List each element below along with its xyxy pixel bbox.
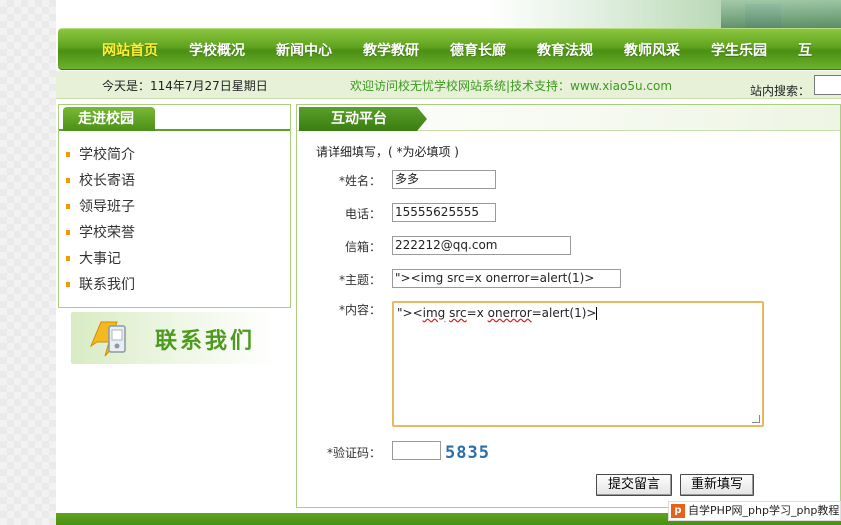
page: 网站首页 学校概况 新闻中心 教学教研 德育长廊 教育法规 教师风采 学生乐园 …: [56, 0, 841, 525]
site-watermark: p 自学PHP网_php学习_php教程: [668, 501, 841, 521]
phone-icon: [89, 321, 126, 357]
watermark-text: 自学PHP网_php学习_php教程: [688, 504, 840, 517]
text-caret: [596, 307, 598, 320]
watermark-logo-icon: p: [671, 504, 685, 518]
banner-trees-image: [721, 0, 841, 28]
email-field[interactable]: 222212@qq.com: [392, 236, 571, 255]
main-nav: 网站首页 学校概况 新闻中心 教学教研 德育长廊 教育法规 教师风采 学生乐园 …: [58, 28, 841, 70]
phone-field[interactable]: 15555625555: [392, 203, 496, 222]
submit-button[interactable]: 提交留言: [596, 474, 672, 496]
content-label: *内容：: [338, 303, 381, 317]
name-label: *姓名：: [338, 174, 381, 188]
sidebar-header: 走进校园: [59, 105, 290, 131]
today-date: 今天是：114年7月27日星期日: [102, 79, 268, 93]
nav-list: 网站首页 学校概况 新闻中心 教学教研 德育长廊 教育法规 教师风采 学生乐园 …: [58, 29, 841, 71]
phone-label: 电话：: [344, 207, 381, 221]
content-text-prefix: "><: [397, 306, 423, 320]
captcha-field[interactable]: [392, 441, 441, 460]
reset-button[interactable]: 重新填写: [680, 474, 754, 496]
form-hint: 请详细填写，( *为必填项 ): [316, 145, 459, 159]
sidebar-item-contact[interactable]: 联系我们: [66, 275, 135, 301]
header-banner: [56, 0, 841, 28]
content-spell-img: img: [422, 306, 446, 320]
contact-us-banner[interactable]: 联系我们: [71, 312, 276, 364]
subject-field[interactable]: "><img src=x onerror=alert(1)>: [392, 269, 621, 288]
sidebar-item-intro[interactable]: 学校简介: [66, 145, 135, 171]
sidebar-title: 走进校园: [63, 107, 155, 131]
email-label: 信箱：: [344, 240, 381, 254]
info-strip: 今天是：114年7月27日星期日 欢迎访问校无忧学校网站系统|技术支持：www.…: [56, 71, 841, 99]
content-textarea[interactable]: "><img src=x onerror=alert(1)>: [392, 301, 764, 427]
subject-label: *主题：: [338, 273, 381, 287]
nav-item-about[interactable]: 学校概况: [189, 40, 245, 60]
interaction-panel: 互动平台 请详细填写，( *为必填项 ) *姓名： 多多 电话： 1555562…: [296, 104, 841, 508]
panel-title: 互动平台: [299, 107, 427, 131]
welcome-marquee[interactable]: 欢迎访问校无忧学校网站系统|技术支持：www.xiao5u.com: [350, 77, 672, 94]
sidebar-item-honors[interactable]: 学校荣誉: [66, 223, 135, 249]
search-input[interactable]: [814, 75, 841, 95]
captcha-image[interactable]: 5835: [445, 443, 489, 463]
nav-item-students[interactable]: 学生乐园: [711, 40, 767, 60]
nav-item-interact[interactable]: 互: [798, 40, 812, 60]
name-field[interactable]: 多多: [392, 170, 496, 189]
sidebar-list: 学校简介 校长寄语 领导班子 学校荣誉 大事记 联系我们: [66, 145, 135, 301]
search-label: 站内搜索：: [750, 84, 811, 98]
contact-us-label: 联系我们: [155, 329, 256, 354]
content-text-mid: =x: [466, 306, 488, 320]
content-spell-onerror: onerror: [487, 306, 532, 320]
resize-grip-icon[interactable]: [752, 415, 760, 423]
sidebar-item-events[interactable]: 大事记: [66, 249, 135, 275]
content-spell-src: src: [449, 306, 467, 320]
nav-item-moral[interactable]: 德育长廊: [450, 40, 506, 60]
nav-item-teaching[interactable]: 教学教研: [363, 40, 419, 60]
sidebar-item-leaders[interactable]: 领导班子: [66, 197, 135, 223]
sidebar-item-principal[interactable]: 校长寄语: [66, 171, 135, 197]
nav-item-law[interactable]: 教育法规: [537, 40, 593, 60]
panel-header: 互动平台: [297, 105, 840, 131]
content-text-suffix: =alert(1)>: [531, 306, 597, 320]
nav-item-home[interactable]: 网站首页: [102, 40, 158, 60]
nav-item-news[interactable]: 新闻中心: [276, 40, 332, 60]
nav-item-teachers[interactable]: 教师风采: [624, 40, 680, 60]
sidebar-campus: 走进校园 学校简介 校长寄语 领导班子 学校荣誉 大事记 联系我们: [58, 104, 291, 308]
captcha-label: *验证码：: [326, 446, 381, 460]
